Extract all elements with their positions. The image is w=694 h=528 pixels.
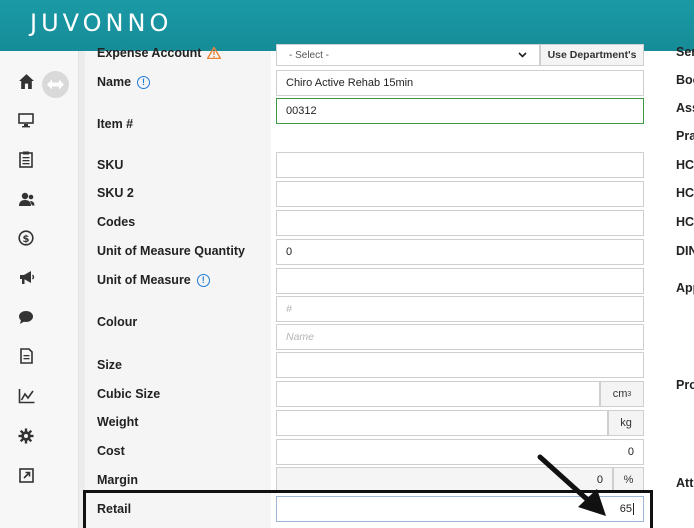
annotation-arrow-icon xyxy=(537,454,606,516)
